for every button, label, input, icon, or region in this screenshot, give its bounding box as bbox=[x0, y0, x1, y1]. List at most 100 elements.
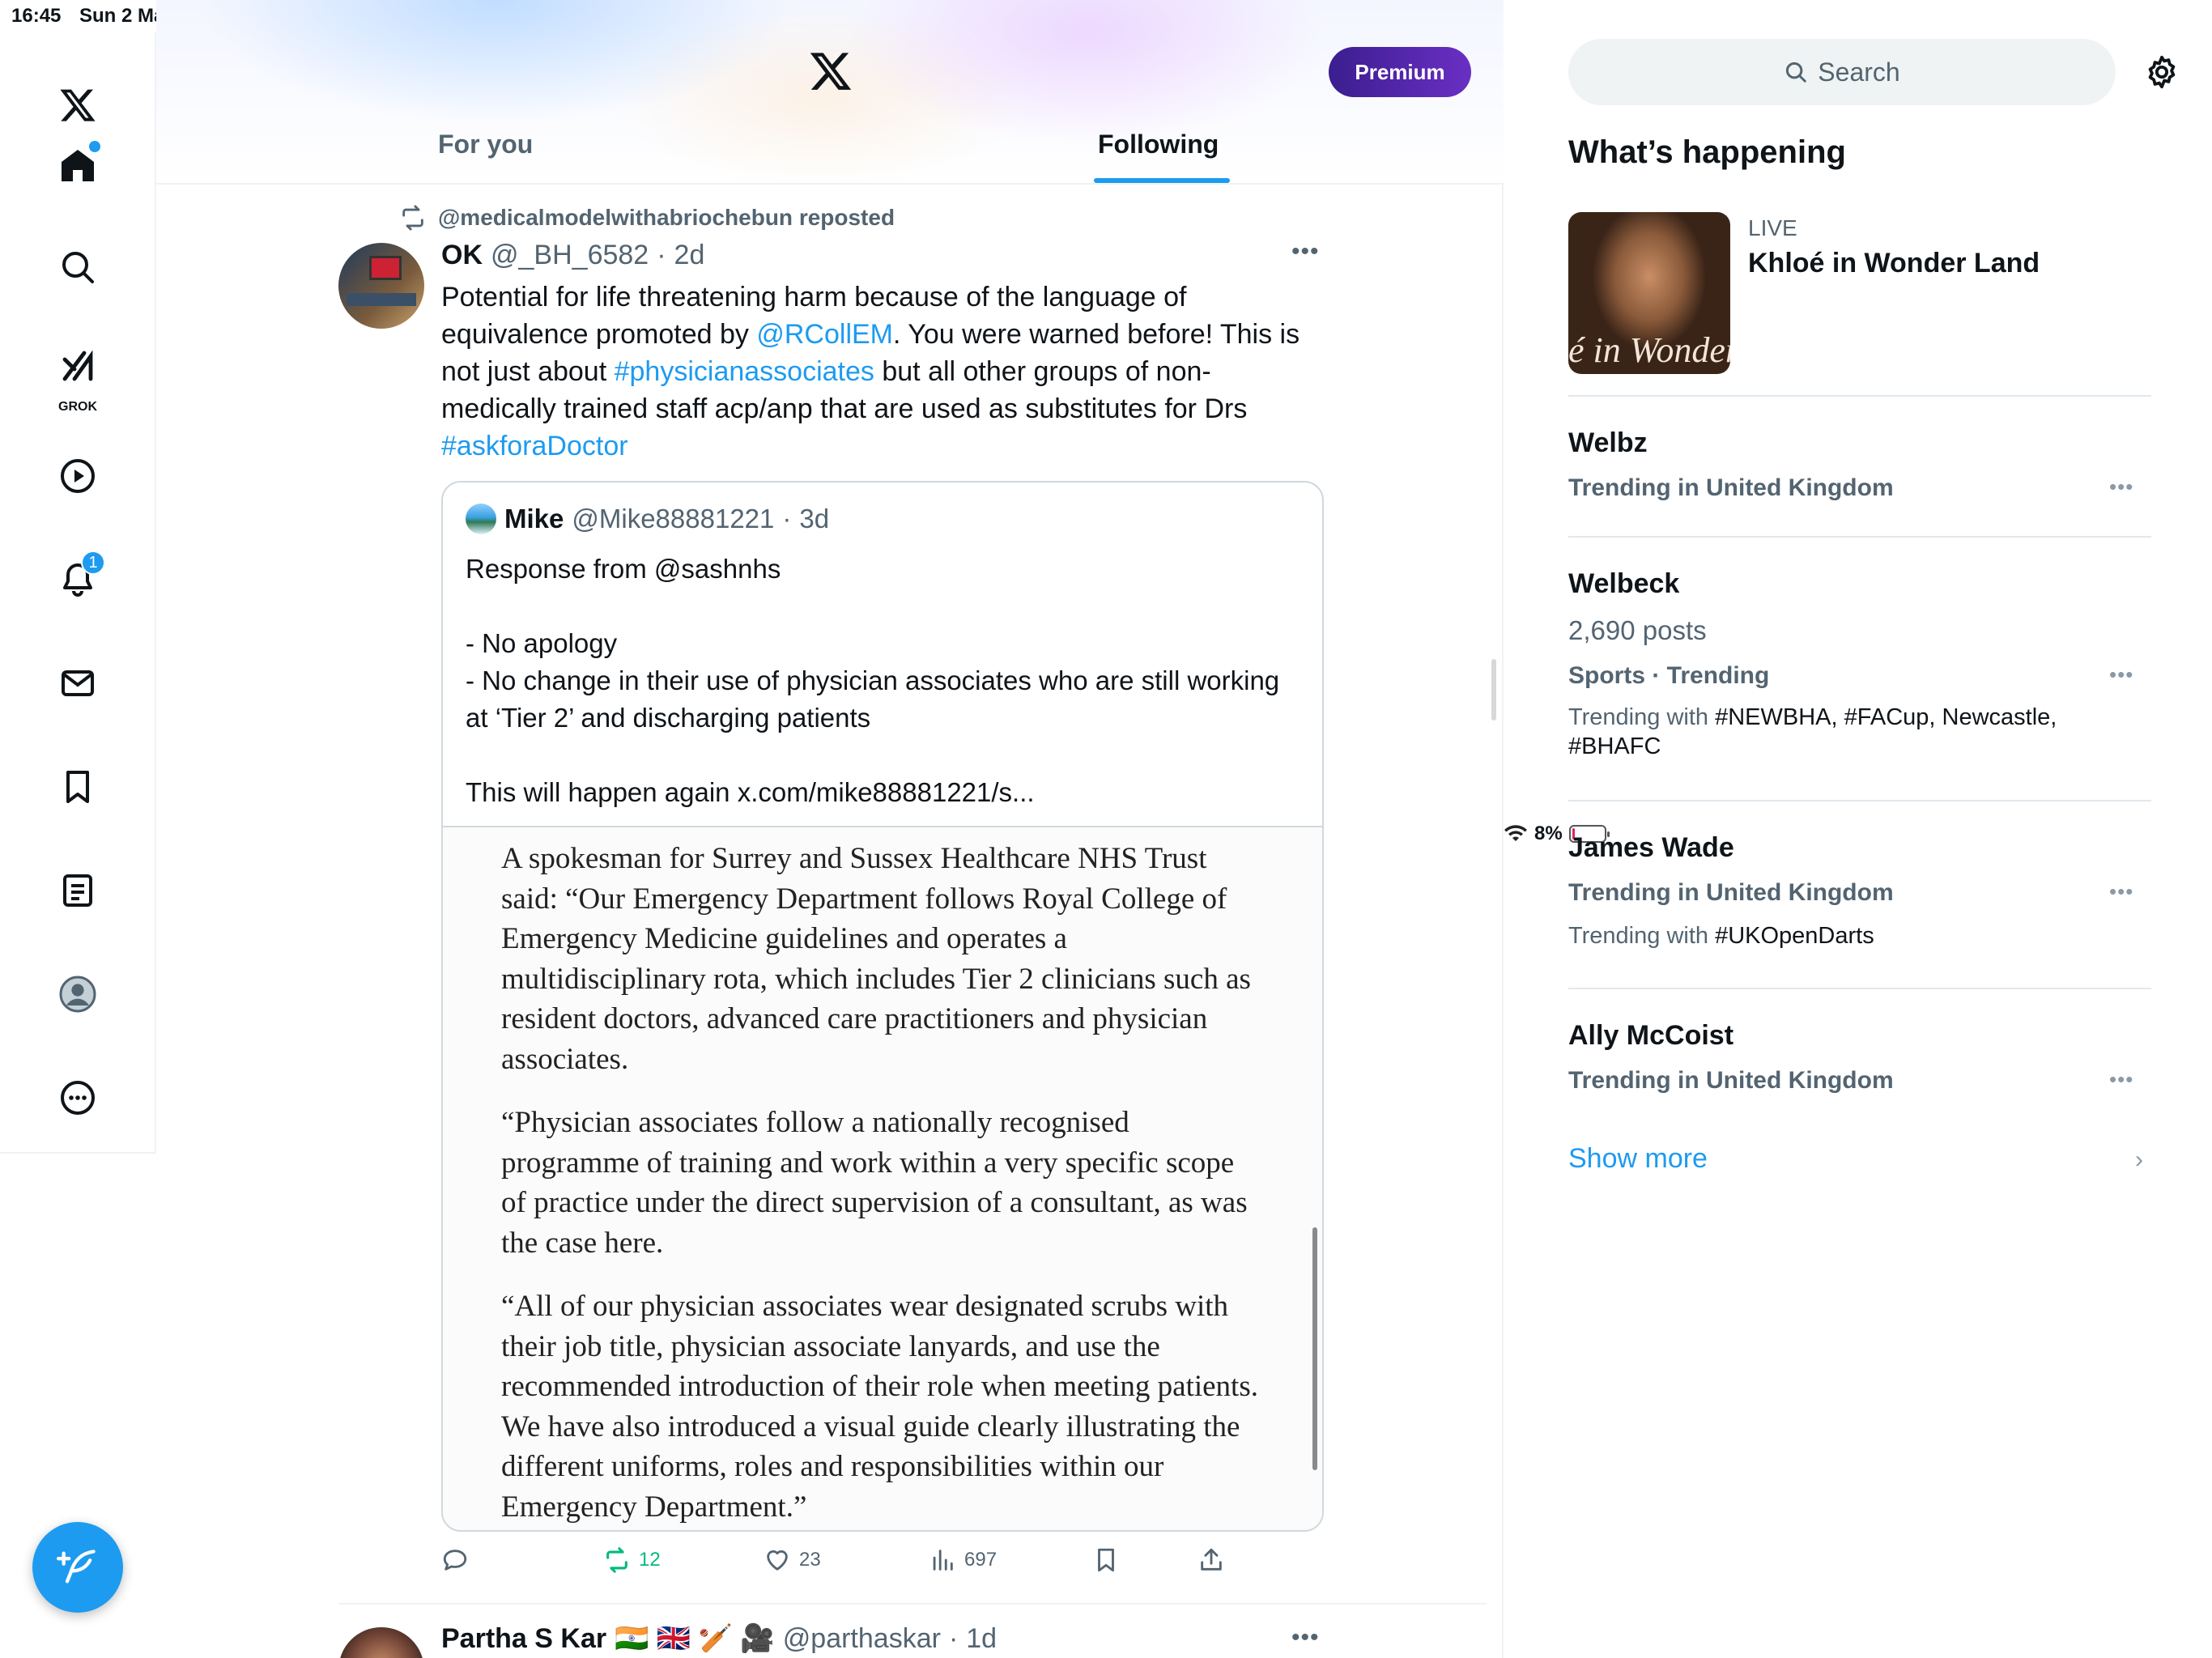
messages-envelope-icon[interactable] bbox=[45, 651, 110, 716]
trend-title[interactable]: Welbeck bbox=[1568, 568, 1679, 600]
bookmark-button[interactable] bbox=[1092, 1546, 1120, 1574]
reply-icon bbox=[443, 1550, 467, 1571]
views-count: 697 bbox=[964, 1549, 998, 1571]
author-flags: 🇮🇳 🇬🇧 🏏 🎥 bbox=[615, 1623, 775, 1654]
quote-text: Response from @sashnhs - No apology - No… bbox=[466, 554, 1280, 807]
video-icon[interactable] bbox=[45, 444, 110, 508]
trending-with: Trending with #NEWBHA, #FACup, Newcastle… bbox=[1568, 703, 2103, 761]
hashtag-link[interactable]: #physicianassociates bbox=[615, 356, 874, 387]
chevron-right-icon[interactable]: › bbox=[2135, 1146, 2143, 1174]
home-icon[interactable] bbox=[45, 133, 110, 198]
bookmarks-icon[interactable] bbox=[45, 755, 110, 819]
home-unread-dot bbox=[89, 141, 100, 152]
repost-icon bbox=[606, 1547, 627, 1573]
thumbnail-caption: é in Wonder L bbox=[1568, 330, 1730, 370]
post-time[interactable]: 1d bbox=[966, 1623, 997, 1655]
search-icon bbox=[1786, 62, 1807, 83]
views-button[interactable]: 697 bbox=[929, 1546, 997, 1574]
status-time: 16:45 bbox=[11, 5, 62, 27]
trend-more-options-icon[interactable]: ••• bbox=[2109, 474, 2133, 500]
statement-paragraph: A spokesman for Surrey and Sussex Health… bbox=[501, 842, 1251, 1076]
grok-icon[interactable]: GROK bbox=[45, 334, 110, 414]
premium-button[interactable]: Premium bbox=[1329, 47, 1471, 97]
trend-post-count: 2,690 posts bbox=[1568, 615, 1707, 645]
timeline-column: Premium For you Following @medicalmodelw… bbox=[156, 0, 1504, 1658]
share-icon bbox=[1201, 1548, 1222, 1571]
trend-title[interactable]: Ally McCoist bbox=[1568, 1020, 1733, 1052]
divider bbox=[1568, 536, 2151, 538]
statement-paragraph: “Physician associates follow a nationall… bbox=[501, 1106, 1248, 1260]
statement-paragraph: “All of our physician associates wear de… bbox=[501, 1290, 1258, 1524]
post-more-options-icon[interactable]: ••• bbox=[1291, 238, 1320, 266]
notifications-badge: 1 bbox=[81, 551, 105, 575]
divider bbox=[1568, 800, 2151, 801]
like-button[interactable]: 23 bbox=[764, 1546, 821, 1574]
tweet-header: OK @_BH_6582 · 2d bbox=[441, 240, 704, 271]
trend-title[interactable]: James Wade bbox=[1568, 832, 1734, 864]
search-input[interactable]: Search bbox=[1568, 39, 2116, 105]
like-count: 23 bbox=[799, 1549, 821, 1571]
views-chart-icon bbox=[933, 1550, 953, 1571]
divider bbox=[1568, 395, 2151, 397]
hashtag-link[interactable]: #askforaDoctor bbox=[441, 431, 628, 461]
quote-avatar bbox=[466, 504, 496, 534]
tab-following[interactable]: Following bbox=[1098, 130, 1219, 159]
split-view-handle[interactable] bbox=[1491, 659, 1496, 721]
avatar[interactable] bbox=[338, 243, 424, 329]
author-handle[interactable]: @parthaskar bbox=[783, 1623, 941, 1655]
quote-author-handle: @Mike88881221 bbox=[572, 504, 775, 534]
notifications-bell-icon[interactable]: 1 bbox=[45, 547, 110, 612]
tab-for-you[interactable]: For you bbox=[438, 130, 533, 159]
post-divider bbox=[338, 1603, 1487, 1605]
post-more-options-icon[interactable]: ••• bbox=[1291, 1624, 1320, 1652]
trend-context: Trending in United Kingdom bbox=[1568, 879, 1894, 906]
profile-avatar-icon[interactable] bbox=[45, 962, 110, 1027]
quote-author-name: Mike bbox=[504, 504, 564, 534]
grok-label: GROK bbox=[58, 400, 97, 414]
mention-link[interactable]: @RCollEM bbox=[756, 319, 893, 350]
x-logo-icon[interactable] bbox=[45, 73, 110, 138]
more-options-icon[interactable] bbox=[45, 1065, 110, 1130]
explore-search-icon[interactable] bbox=[45, 235, 110, 300]
separator-dot: · bbox=[782, 504, 792, 534]
repost-indicator[interactable]: @medicalmodelwithabriochebun reposted bbox=[399, 204, 895, 232]
divider bbox=[1568, 988, 2151, 989]
quote-image-statement[interactable]: A spokesman for Surrey and Sussex Health… bbox=[443, 826, 1322, 1530]
quote-header: Mike @Mike88881221 · 3d bbox=[466, 504, 829, 534]
x-logo-icon bbox=[810, 53, 852, 90]
show-more-link[interactable]: Show more bbox=[1568, 1143, 1708, 1175]
trending-with: Trending with #UKOpenDarts bbox=[1568, 921, 2103, 950]
tweet-text: Potential for life threatening harm beca… bbox=[441, 278, 1324, 465]
post-time[interactable]: 2d bbox=[674, 240, 705, 271]
trend-more-options-icon[interactable]: ••• bbox=[2109, 662, 2133, 687]
whats-happening-title: What’s happening bbox=[1568, 134, 1846, 170]
author-name[interactable]: OK bbox=[441, 240, 483, 271]
lists-icon[interactable] bbox=[45, 858, 110, 923]
feather-plus-icon bbox=[57, 1550, 96, 1584]
share-button[interactable] bbox=[1197, 1546, 1225, 1574]
reply-button[interactable] bbox=[441, 1546, 469, 1574]
repost-count: 12 bbox=[639, 1549, 661, 1571]
next-post-header: Partha S Kar 🇮🇳 🇬🇧 🏏 🎥 @parthaskar · 1d bbox=[441, 1622, 997, 1655]
left-navigation: GROK 1 bbox=[0, 32, 156, 1154]
trend-more-options-icon[interactable]: ••• bbox=[2109, 879, 2133, 904]
live-event-title[interactable]: Khloé in Wonder Land bbox=[1748, 248, 2040, 279]
repost-button[interactable]: 12 bbox=[603, 1546, 661, 1574]
settings-gear-icon[interactable] bbox=[2143, 53, 2180, 91]
author-handle[interactable]: @_BH_6582 bbox=[491, 240, 649, 271]
trending-with-tags[interactable]: #UKOpenDarts bbox=[1715, 923, 1874, 949]
trend-context: Trending in United Kingdom bbox=[1568, 474, 1894, 501]
bookmark-icon bbox=[1098, 1548, 1114, 1572]
scrollbar[interactable] bbox=[1312, 1227, 1317, 1470]
separator-dot: · bbox=[948, 1623, 959, 1654]
live-event-thumbnail[interactable]: é in Wonder L bbox=[1568, 212, 1730, 374]
heart-icon bbox=[767, 1550, 788, 1571]
trend-more-options-icon[interactable]: ••• bbox=[2109, 1067, 2133, 1092]
quoted-post[interactable]: Mike @Mike88881221 · 3d Response from @s… bbox=[441, 481, 1324, 1532]
compose-post-button[interactable] bbox=[32, 1522, 123, 1613]
trend-title[interactable]: Welbz bbox=[1568, 427, 1648, 459]
avatar[interactable] bbox=[338, 1627, 424, 1658]
active-tab-indicator bbox=[1094, 178, 1230, 183]
trending-with-label: Trending with bbox=[1568, 704, 1716, 730]
author-name[interactable]: Partha S Kar bbox=[441, 1623, 606, 1655]
